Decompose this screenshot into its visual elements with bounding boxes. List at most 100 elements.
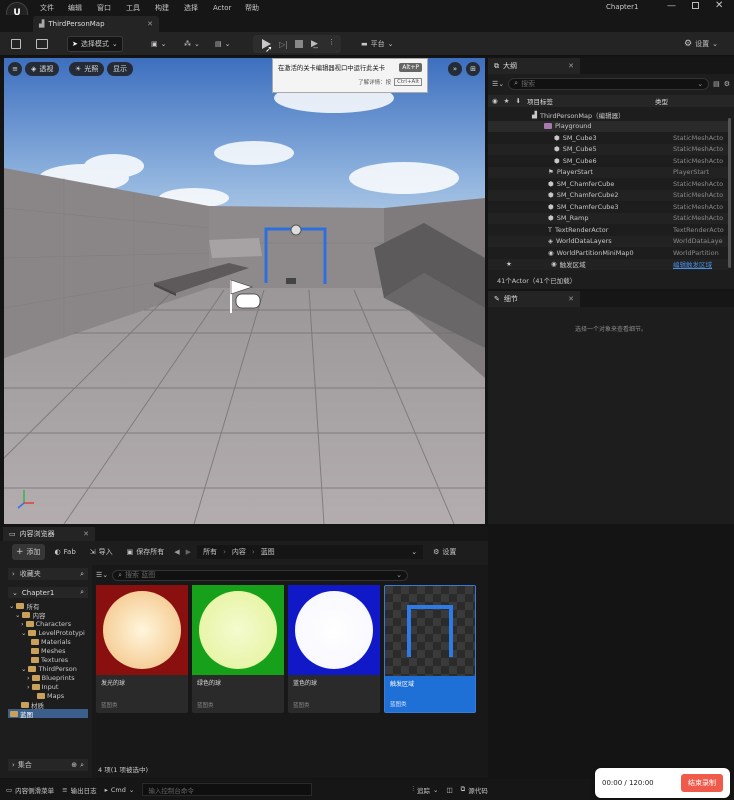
pin-icon[interactable]: ★ (504, 97, 510, 105)
settings-button[interactable]: ⚙ 设置 ⌄ (680, 36, 722, 52)
viewport-maximize-icon[interactable]: » (448, 62, 462, 76)
select-mode-dropdown[interactable]: ➤ 选择模式 ⌄ (67, 36, 123, 52)
add-actor-button[interactable]: ▣ ⌄ (147, 36, 171, 52)
list-item[interactable]: ⚑ PlayerStart PlayerStart (488, 166, 728, 178)
eject-icon[interactable]: ▶̲ (311, 39, 318, 49)
fab-button[interactable]: ◐ Fab (51, 544, 80, 560)
tree-item-all[interactable]: ⌄ 所有 (8, 601, 88, 611)
tree-item-textures[interactable]: Textures (8, 655, 88, 664)
outliner-settings-icon[interactable]: ⚙ (724, 80, 730, 88)
advance-frame-icon[interactable]: ▷| (279, 40, 288, 49)
list-item[interactable]: ★ ◉ 触发区域 编辑触发区域 (488, 258, 728, 270)
chevron-down-icon[interactable]: ⌄ (411, 548, 417, 556)
stop-recording-button[interactable]: 结束录制 (681, 774, 723, 792)
outliner-close-icon[interactable]: ✕ (568, 62, 574, 70)
list-item[interactable]: ⬢ SM_ChamferCube StaticMeshActo (488, 178, 728, 190)
list-item[interactable]: ⬢ SM_Cube6 StaticMeshActo (488, 155, 728, 167)
asset-card[interactable]: 发光的球 蓝图类 (96, 585, 188, 713)
search-icon[interactable]: ⌕ (80, 761, 84, 770)
breadcrumb-all[interactable]: 所有 (203, 547, 217, 557)
tab-thirdpersonmap[interactable]: ▟ ThirdPersonMap ✕ (33, 16, 159, 32)
tree-item-characters[interactable]: › Characters (8, 619, 88, 628)
asset-card-selected[interactable]: 触发区域 蓝图类 (384, 585, 476, 713)
trace-button[interactable]: ⫶ 追踪 ⌄ (412, 785, 438, 795)
menu-edit[interactable]: 编辑 (68, 3, 97, 13)
tree-item-meshes[interactable]: Meshes (8, 646, 88, 655)
add-collection-icon[interactable]: ⊕ (71, 761, 77, 769)
content-browser-tab[interactable]: ▭ 内容浏览器 ✕ (3, 527, 95, 541)
close-icon[interactable]: ✕ (715, 0, 723, 11)
import-button[interactable]: ⇲ 导入 (86, 544, 117, 560)
search-icon[interactable]: ⌕ (80, 570, 84, 579)
tree-item-blueprints-tp[interactable]: › Blueprints (8, 673, 88, 682)
platforms-button[interactable]: ▬ 平台 ⌄ (357, 36, 398, 52)
play-options-icon[interactable]: ⋮ (328, 38, 335, 46)
cb-settings-button[interactable]: ⚙ 设置 (429, 544, 460, 560)
cb-close-icon[interactable]: ✕ (83, 530, 89, 538)
maximize-icon[interactable] (692, 2, 699, 9)
details-tab[interactable]: ✎ 细节 ✕ (488, 291, 580, 307)
cinematics-button[interactable]: ▤ ⌄ (211, 36, 235, 52)
collections-header[interactable]: › 集合 ⊕ ⌕ (8, 759, 88, 771)
list-item[interactable]: ⬢ SM_ChamferCube2 StaticMeshActo (488, 189, 728, 201)
asset-card[interactable]: 绿色的球 蓝图类 (192, 585, 284, 713)
content-drawer-button[interactable]: ▭ 内容侧滑菜单 (6, 785, 54, 795)
tree-item-content[interactable]: ⌄ 内容 (8, 610, 88, 620)
menu-file[interactable]: 文件 (40, 3, 68, 13)
list-item[interactable]: ◈ WorldDataLayers WorldDataLaye (488, 235, 728, 247)
tree-item-maps[interactable]: Maps (8, 691, 88, 700)
menu-actor[interactable]: Actor (213, 4, 245, 12)
stop-icon[interactable] (295, 40, 303, 48)
list-item[interactable]: ⬢ SM_ChamferCube3 StaticMeshActo (488, 201, 728, 213)
content-browse-icon[interactable] (36, 39, 48, 49)
filter-icon[interactable]: ☰⌄ (96, 571, 108, 579)
level-viewport[interactable]: ≡ ◈ 透视 ☀ 光照 显示 » ⊞ (4, 58, 485, 524)
list-item[interactable]: ▟ ThirdPersonMap（编辑器） (488, 109, 728, 121)
tree-item-blueprints-cn[interactable]: 蓝图 (8, 709, 88, 719)
list-item[interactable]: ◉ WorldPartitionMiniMap0 WorldPartition (488, 247, 728, 259)
breadcrumb-content[interactable]: 内容 (232, 547, 246, 557)
outliner-tab[interactable]: ⧉ 大纲 ✕ (488, 58, 580, 74)
tree-item-levelprototyping[interactable]: ⌄ LevelPrototypi (8, 628, 88, 637)
asset-card[interactable]: 蓝色的球 蓝图类 (288, 585, 380, 713)
sort-icon[interactable]: ⬇ (516, 97, 521, 105)
save-all-button[interactable]: ▣ 保存所有 (123, 544, 169, 560)
add-folder-icon[interactable]: ▤ (713, 80, 720, 88)
tab-close-icon[interactable]: ✕ (147, 20, 153, 28)
history-forward-icon[interactable]: ▶ (186, 548, 191, 556)
asset-search-input[interactable]: ⌕ 搜索 蓝图 ⌄ (112, 569, 408, 581)
viewport-layout-icon[interactable]: ⊞ (466, 62, 480, 76)
outliner-scrollbar[interactable] (728, 118, 731, 268)
filter-icon[interactable]: ☰⌄ (492, 80, 504, 88)
menu-tools[interactable]: 工具 (126, 3, 155, 13)
list-item[interactable]: T TextRenderActor TextRenderActo (488, 224, 728, 236)
source-control-button[interactable]: ⧉ 源代码 (461, 785, 488, 795)
viewport-options-icon[interactable]: ≡ (8, 62, 22, 76)
derived-data-icon[interactable]: ◫ (446, 786, 452, 794)
outliner-search-input[interactable]: ⌕ 搜索 ⌄ (508, 77, 710, 90)
details-close-icon[interactable]: ✕ (568, 295, 574, 303)
console-input[interactable]: 输入控制台命令 (142, 783, 313, 796)
minimize-icon[interactable]: — (667, 1, 676, 11)
perspective-button[interactable]: ◈ 透视 (25, 62, 60, 76)
blueprint-button[interactable]: ⁂ ⌄ (180, 36, 204, 52)
add-button[interactable]: + 添加 (12, 544, 45, 560)
save-icon[interactable] (11, 39, 21, 49)
search-icon[interactable]: ⌕ (80, 588, 84, 597)
menu-help[interactable]: 帮助 (245, 3, 273, 13)
output-log-button[interactable]: ≡ 输出日志 (62, 785, 96, 795)
visibility-icon[interactable]: ◉ (492, 97, 498, 105)
list-item[interactable]: Playground (488, 120, 728, 132)
list-item[interactable]: ⬢ SM_Cube3 StaticMeshActo (488, 132, 728, 144)
list-item[interactable]: ⬢ SM_Ramp StaticMeshActo (488, 212, 728, 224)
menu-window[interactable]: 窗口 (97, 3, 126, 13)
cmd-dropdown[interactable]: ▸ Cmd ⌄ (105, 786, 135, 794)
project-header[interactable]: ⌄ Chapter1 ⌕ (8, 587, 88, 598)
menu-build[interactable]: 构建 (155, 3, 184, 13)
show-button[interactable]: 显示 (107, 62, 133, 76)
tree-item-input[interactable]: › Input (8, 682, 88, 691)
tree-item-thirdperson[interactable]: ⌄ ThirdPerson (8, 664, 88, 673)
favorites-header[interactable]: › 收藏夹 ⌕ (8, 568, 88, 580)
history-back-icon[interactable]: ◀ (174, 548, 179, 556)
breadcrumb-blueprints[interactable]: 蓝图 (261, 547, 275, 557)
